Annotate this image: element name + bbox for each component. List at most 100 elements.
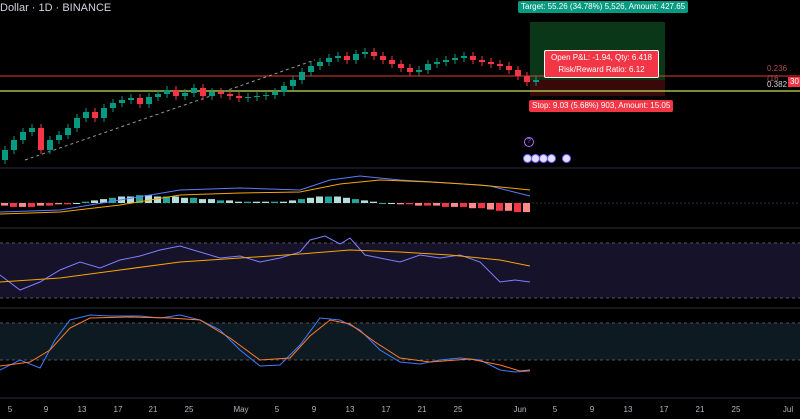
macd-bar (55, 203, 62, 205)
x-axis-label: 5 (274, 405, 280, 414)
candle-body (290, 80, 296, 86)
candle-body (146, 97, 152, 104)
candle-body (137, 98, 143, 104)
x-axis-label: 5 (7, 405, 13, 414)
candle-body (2, 150, 8, 160)
stop-label[interactable]: Stop: 9.03 (5.68%) 903, Amount: 15.05 (529, 100, 674, 112)
candle-body (281, 86, 287, 92)
macd-bar (451, 203, 458, 207)
candle-body (533, 80, 539, 82)
macd-bar (379, 203, 386, 204)
x-axis-label: 9 (589, 405, 595, 414)
candle-body (425, 64, 431, 70)
candle-body (29, 128, 35, 132)
macd-bar (253, 201, 260, 203)
macd-bar (217, 200, 224, 203)
candle-body (380, 56, 386, 60)
candle-body (236, 96, 242, 98)
candle-body (506, 66, 512, 70)
x-axis-label: 9 (311, 405, 317, 414)
candle-body (128, 98, 134, 100)
trend-line[interactable] (24, 59, 316, 161)
macd-bar (442, 203, 449, 207)
macd-line (0, 175, 531, 213)
macd-bar (46, 203, 53, 206)
macd-bar (505, 203, 512, 211)
x-axis-label: 21 (695, 405, 705, 414)
candle-body (434, 62, 440, 64)
macd-bar (397, 203, 404, 205)
candle-body (263, 95, 269, 96)
macd-signal-line (0, 179, 531, 215)
candle-body (335, 56, 341, 58)
macd-bar (424, 203, 431, 206)
price-chart[interactable] (0, 0, 800, 419)
x-axis-label: 13 (345, 405, 355, 414)
candle-body (65, 128, 71, 135)
candle-body (218, 92, 224, 94)
candle-body (497, 64, 503, 66)
us-flag-icon[interactable] (562, 154, 571, 163)
macd-bar (199, 199, 206, 203)
macd-bar (91, 200, 98, 203)
macd-bar (460, 203, 467, 207)
x-axis-label: 9 (43, 405, 49, 414)
macd-bar (334, 196, 341, 203)
x-axis-label: 13 (77, 405, 87, 414)
candle-body (47, 140, 53, 150)
candle-body (470, 56, 476, 60)
x-axis-label: May (233, 405, 249, 414)
macd-bar (73, 203, 80, 204)
candle-body (524, 76, 530, 82)
candle-body (344, 56, 350, 60)
candle-body (182, 93, 188, 96)
candle-body (101, 108, 107, 118)
candle-body (407, 68, 413, 72)
candle-body (173, 90, 179, 96)
candle-body (83, 112, 89, 118)
candle-body (200, 88, 206, 96)
target-label[interactable]: Target: 55.26 (34.78%) 5,526, Amount: 42… (518, 1, 689, 13)
candle-body (299, 72, 305, 80)
macd-bar (352, 199, 359, 203)
macd-bar (244, 201, 251, 203)
macd-bar (307, 197, 314, 203)
macd-bar (469, 203, 476, 209)
macd-bar (235, 201, 242, 203)
macd-bar (37, 203, 44, 206)
x-axis-label: Jul (782, 405, 794, 414)
macd-bar (514, 203, 521, 213)
macd-bar (262, 201, 269, 203)
macd-bar (361, 200, 368, 203)
x-axis-label: 17 (659, 405, 669, 414)
x-axis-label: Jun (513, 405, 527, 414)
macd-bar (145, 195, 152, 203)
x-axis-label: 13 (623, 405, 633, 414)
candle-body (443, 60, 449, 62)
macd-bar (19, 203, 26, 207)
stop-zone[interactable] (530, 80, 665, 96)
candle-body (191, 88, 197, 93)
candle-body (488, 62, 494, 64)
macd-bar (388, 203, 395, 204)
us-flag-icon[interactable] (547, 154, 556, 163)
candle-body (308, 66, 314, 72)
x-axis-label: 17 (381, 405, 391, 414)
candle-body (479, 60, 485, 62)
candles-group (2, 48, 539, 164)
macd-bar (280, 201, 287, 203)
candle-body (317, 62, 323, 66)
macd-bar (478, 203, 485, 209)
macd-bar (1, 203, 8, 206)
candle-body (227, 94, 233, 96)
macd-bar (271, 201, 278, 203)
candle-body (362, 52, 368, 54)
question-flag-icon[interactable]: ? (524, 137, 534, 147)
pnl-box[interactable]: Open P&L: -1.94, Qty: 6.418 Risk/Reward … (544, 50, 659, 78)
macd-bar (181, 197, 188, 203)
candle-body (74, 118, 80, 128)
pnl-line-1: Open P&L: -1.94, Qty: 6.418 (551, 53, 652, 62)
macd-bar (343, 197, 350, 203)
candle-body (119, 100, 125, 103)
candle-body (452, 58, 458, 60)
